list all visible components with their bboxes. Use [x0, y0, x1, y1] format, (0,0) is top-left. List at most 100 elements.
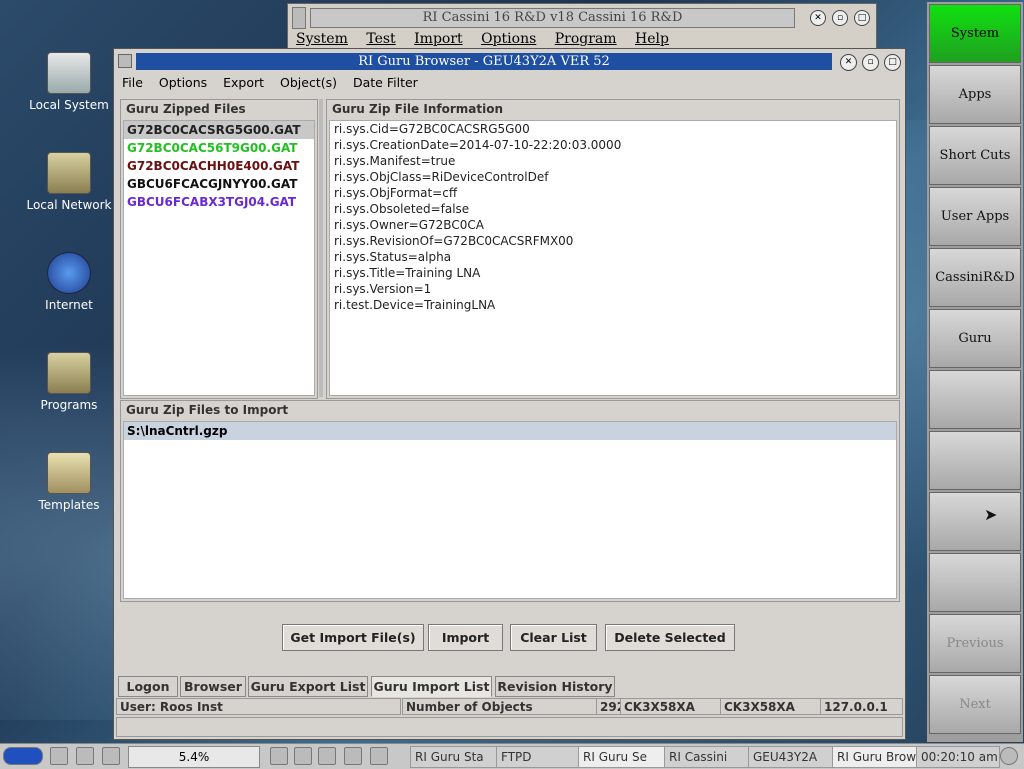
- info-line: ri.sys.Status=alpha: [334, 250, 452, 264]
- list-item[interactable]: S:\lnaCntrl.gzp: [124, 422, 896, 440]
- close-icon[interactable]: ✕: [810, 10, 826, 26]
- restore-icon[interactable]: ▫: [832, 10, 848, 26]
- info-line: ri.sys.Version=1: [334, 282, 432, 296]
- list-item[interactable]: G72BC0CACSRG5G00.GAT: [124, 121, 314, 139]
- list-item[interactable]: G72BC0CAC56T9G00.GAT: [124, 139, 314, 157]
- close-icon[interactable]: ✕: [840, 54, 857, 71]
- folder-icon[interactable]: [344, 747, 362, 765]
- sidebar-button-empty[interactable]: ➤: [929, 492, 1021, 551]
- import-files-list[interactable]: S:\lnaCntrl.gzp: [123, 421, 897, 599]
- menu-system[interactable]: System: [296, 31, 348, 47]
- desktop-icon-local-system[interactable]: Local System: [14, 52, 124, 112]
- taskbar-item[interactable]: RI Guru Brows: [832, 746, 918, 768]
- desktop-icon-internet[interactable]: Internet: [14, 252, 124, 312]
- delete-selected-button[interactable]: Delete Selected: [605, 624, 735, 651]
- desktop-icon-local-network[interactable]: Local Network: [14, 152, 124, 212]
- desktop-icon-label: Local System: [29, 98, 109, 112]
- desktop-icon-label: Internet: [45, 298, 93, 312]
- restore-icon[interactable]: ▫: [862, 54, 879, 71]
- get-import-files-button[interactable]: Get Import File(s): [282, 624, 424, 651]
- info-line: ri.sys.ObjFormat=cff: [334, 186, 458, 200]
- search-icon[interactable]: [76, 747, 94, 765]
- sidebar-button-short-cuts[interactable]: Short Cuts: [929, 126, 1021, 185]
- window-menu-icon[interactable]: [118, 54, 132, 68]
- sidebar-button-user-apps[interactable]: User Apps: [929, 187, 1021, 246]
- list-item[interactable]: G72BC0CACHH0E400.GAT: [124, 157, 314, 175]
- tab-guru-import-list[interactable]: Guru Import List: [371, 676, 492, 697]
- taskbar: 5.4% RI Guru Sta FTPD RI Guru Se RI Cass…: [0, 743, 1024, 769]
- info-line: ri.sys.RevisionOf=G72BC0CACSRFMX00: [334, 234, 574, 248]
- taskbar-item[interactable]: RI Guru Se: [578, 746, 666, 768]
- taskbar-item[interactable]: RI Cassini: [664, 746, 750, 768]
- desktop-icon-label: Local Network: [26, 198, 112, 212]
- gear-icon[interactable]: [318, 747, 336, 765]
- document-icon[interactable]: [370, 747, 388, 765]
- tab-guru-export-list[interactable]: Guru Export List: [248, 676, 368, 697]
- tab-revision-history[interactable]: Revision History: [495, 676, 615, 697]
- info-line: ri.sys.Title=Training LNA: [334, 266, 481, 280]
- sidebar-button-system[interactable]: System: [929, 4, 1021, 63]
- status-objects-label: Number of Objects Returned =: [402, 698, 597, 730]
- info-line: ri.sys.CreationDate=2014-07-10-22:20:03.…: [334, 138, 622, 152]
- sidebar-button-empty[interactable]: [929, 553, 1021, 612]
- computer-icon: [47, 52, 91, 94]
- menu-program[interactable]: Program: [555, 31, 617, 47]
- taskbar-item[interactable]: RI Guru Sta: [410, 746, 498, 768]
- menu-import[interactable]: Import: [414, 31, 463, 47]
- menu-objects[interactable]: Object(s): [280, 75, 337, 90]
- menu-file[interactable]: File: [122, 75, 143, 90]
- menu-help[interactable]: Help: [635, 31, 669, 47]
- clock-icon[interactable]: [1000, 747, 1018, 765]
- power-icon[interactable]: [102, 747, 120, 765]
- tab-logon[interactable]: Logon: [118, 676, 178, 697]
- guru-browser-window[interactable]: RI Guru Browser - GEU43Y2A VER 52 ✕ ▫ □ …: [113, 48, 906, 740]
- zipped-files-title: Guru Zipped Files: [126, 102, 246, 116]
- taskbar-item[interactable]: GEU43Y2A: [748, 746, 834, 768]
- menu-options[interactable]: Options: [159, 75, 207, 90]
- info-line: ri.sys.ObjClass=RiDeviceControlDef: [334, 170, 549, 184]
- desktop-icon-label: Templates: [38, 498, 100, 512]
- menu-options[interactable]: Options: [481, 31, 536, 47]
- status-user: User: Roos Inst: [116, 698, 401, 715]
- templates-folder-icon: [47, 452, 91, 494]
- tool-icon[interactable]: [294, 747, 312, 765]
- cassini-menubar: System Test Import Options Program Help: [296, 31, 683, 47]
- launcher-sidebar: System Apps Short Cuts User Apps Cassini…: [927, 2, 1023, 742]
- lock-icon[interactable]: [50, 747, 68, 765]
- mouse-cursor-icon: ➤: [984, 505, 998, 524]
- splitter[interactable]: [319, 99, 323, 397]
- sidebar-button-empty[interactable]: [929, 431, 1021, 490]
- list-item[interactable]: GBCU6FCACGJNYY00.GAT: [124, 175, 314, 193]
- import-button[interactable]: Import: [428, 624, 503, 651]
- list-icon[interactable]: [270, 747, 288, 765]
- sidebar-button-next[interactable]: Next: [929, 675, 1021, 734]
- cassini-window[interactable]: RI Cassini 16 R&D v18 Cassini 16 R&D ✕ ▫…: [287, 3, 877, 53]
- sidebar-button-apps[interactable]: Apps: [929, 65, 1021, 124]
- desktop-icon-templates[interactable]: Templates: [14, 452, 124, 512]
- menu-date-filter[interactable]: Date Filter: [353, 75, 418, 90]
- list-item[interactable]: GBCU6FCABX3TGJ04.GAT: [124, 193, 314, 211]
- maximize-icon[interactable]: □: [884, 54, 901, 71]
- network-folder-icon: [47, 152, 91, 194]
- zipped-files-list[interactable]: G72BC0CACSRG5G00.GAT G72BC0CAC56T9G00.GA…: [123, 120, 315, 396]
- app-icon: [292, 7, 306, 29]
- status-bar: User: Roos Inst Number of Objects Return…: [116, 698, 903, 730]
- ecs-start-icon[interactable]: [3, 747, 43, 765]
- clear-list-button[interactable]: Clear List: [510, 624, 597, 651]
- menu-test[interactable]: Test: [366, 31, 395, 47]
- menu-export[interactable]: Export: [223, 75, 264, 90]
- sidebar-button-guru-browser[interactable]: Guru Browser: [929, 309, 1021, 403]
- cassini-window-title: RI Cassini 16 R&D v18 Cassini 16 R&D: [310, 8, 795, 28]
- zip-info-text[interactable]: ri.sys.Cid=G72BC0CACSRG5G00 ri.sys.Creat…: [329, 120, 897, 396]
- maximize-icon[interactable]: □: [854, 10, 870, 26]
- sidebar-button-previous[interactable]: Previous: [929, 614, 1021, 673]
- globe-icon: [47, 252, 91, 294]
- sidebar-button-cassini-rd[interactable]: CassiniR&D: [929, 248, 1021, 307]
- info-line: ri.sys.Cid=G72BC0CACSRG5G00: [334, 122, 530, 136]
- status-objects-count: 292: [596, 698, 625, 715]
- sidebar-button-empty[interactable]: [929, 370, 1021, 429]
- zipped-files-panel: Guru Zipped Files G72BC0CACSRG5G00.GAT G…: [120, 99, 318, 399]
- desktop-icon-programs[interactable]: Programs: [14, 352, 124, 412]
- tab-browser[interactable]: Browser: [180, 676, 246, 697]
- taskbar-item[interactable]: FTPD: [496, 746, 580, 768]
